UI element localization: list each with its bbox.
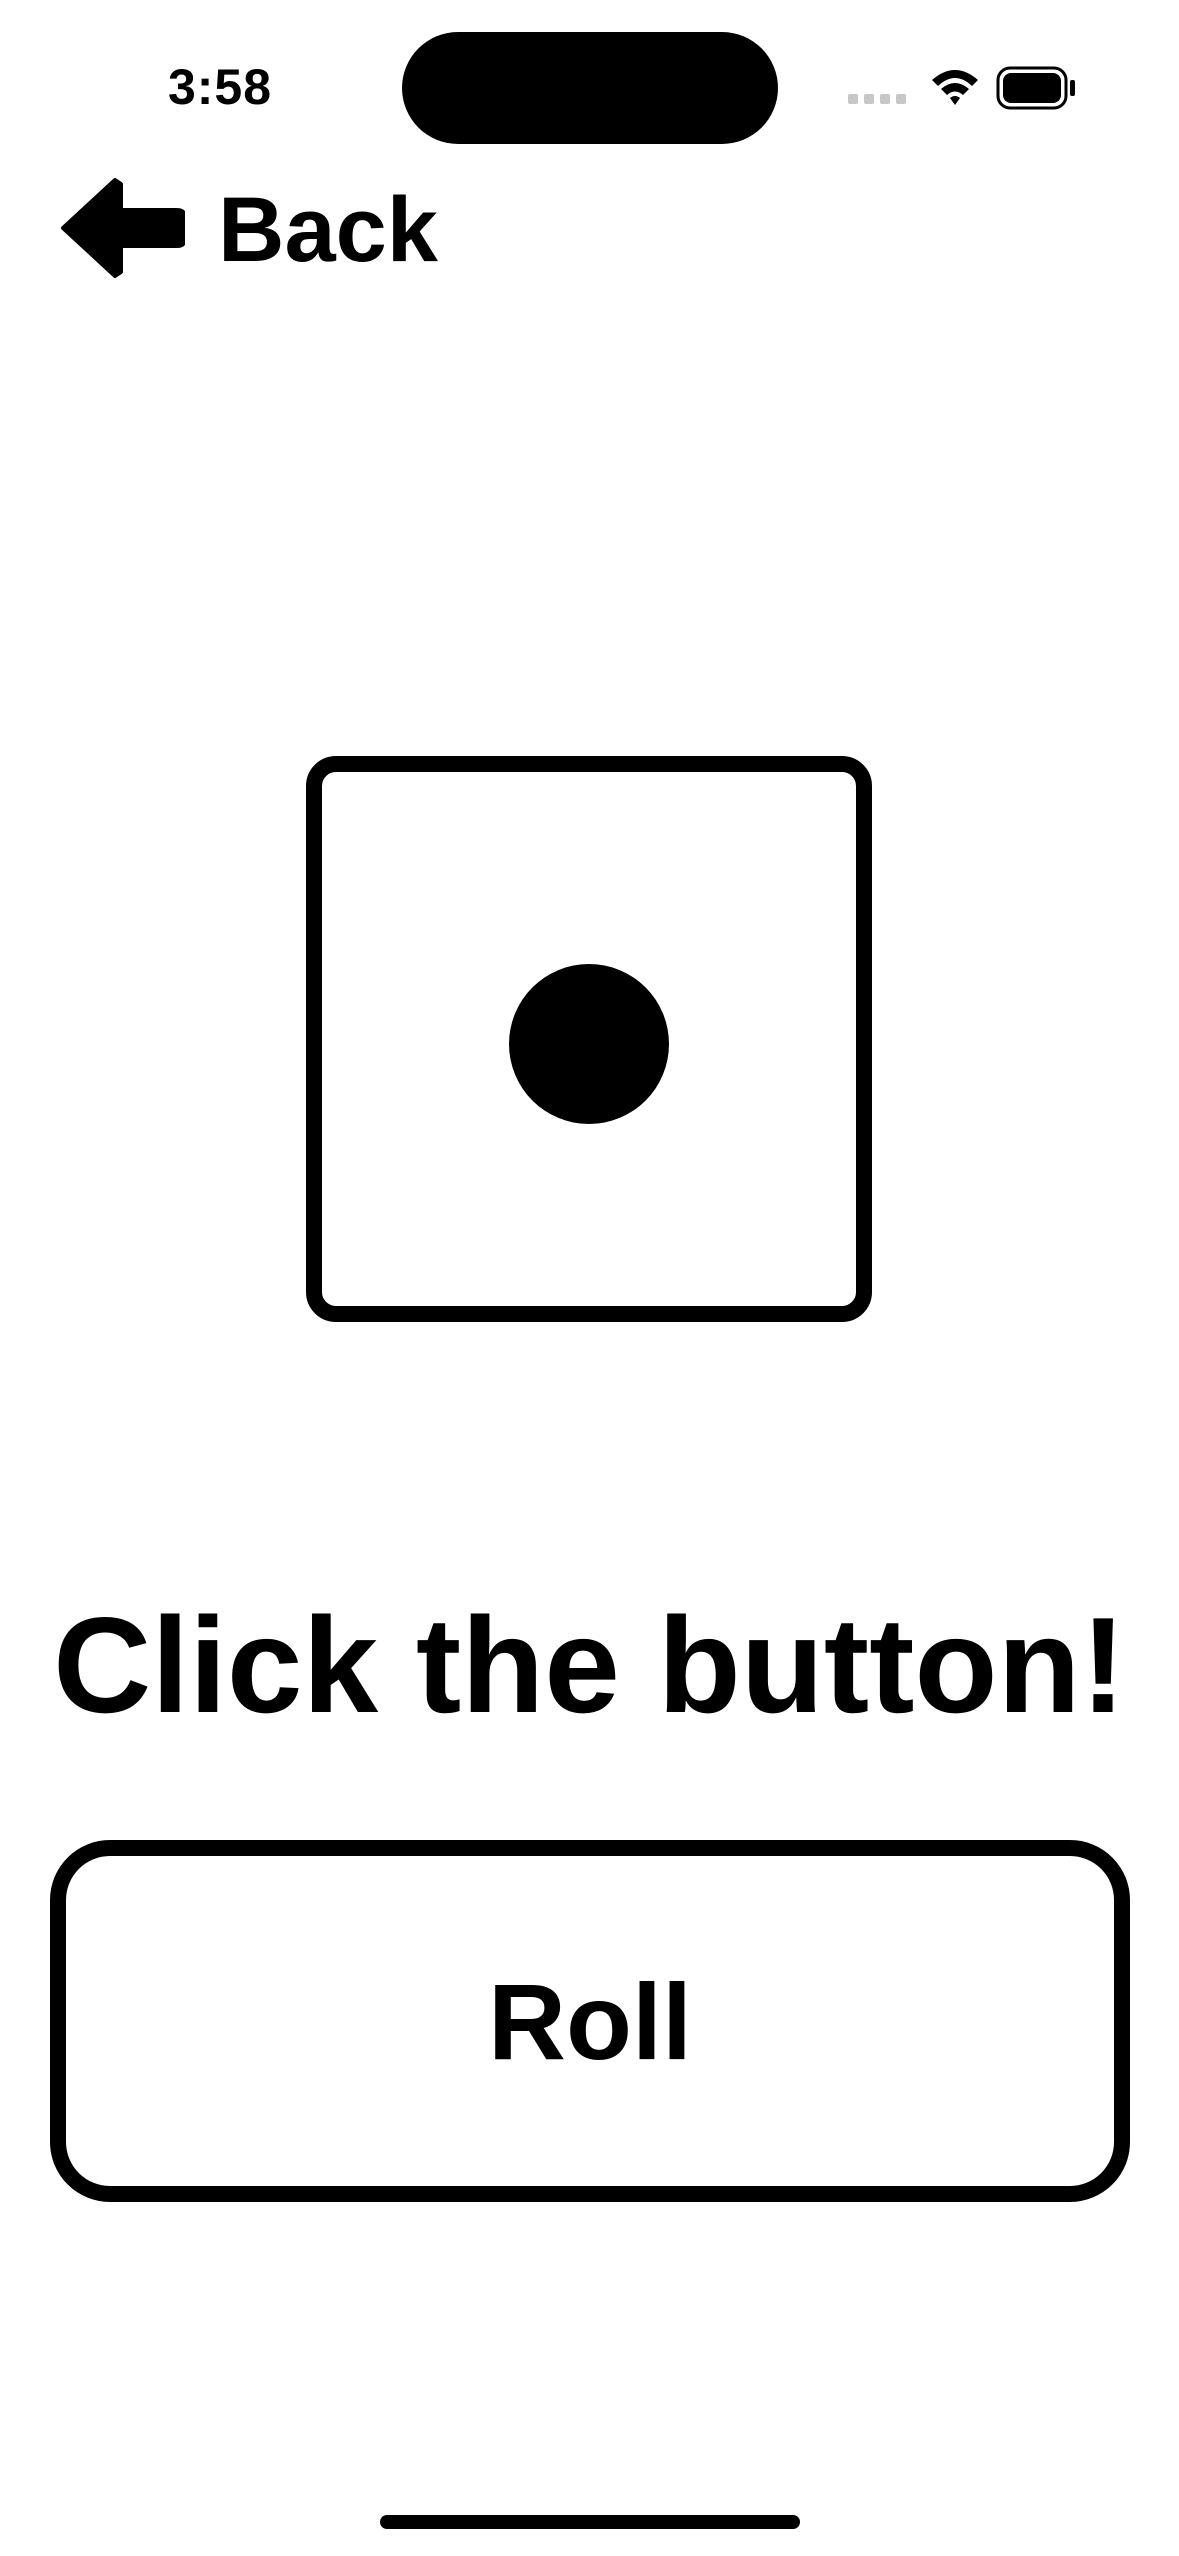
- prompt-text: Click the button!: [53, 1589, 1126, 1741]
- wifi-icon: [932, 70, 978, 105]
- die-face-one-icon: [306, 756, 872, 1322]
- dynamic-island: [402, 32, 778, 144]
- cellular-signal-icon: [848, 94, 906, 104]
- battery-icon: [996, 66, 1075, 110]
- die-pip: [509, 964, 669, 1124]
- home-indicator[interactable]: [380, 2515, 800, 2529]
- arrow-left-icon: [61, 178, 185, 278]
- back-button[interactable]: Back: [50, 160, 450, 295]
- status-icons: [840, 60, 1090, 120]
- roll-button[interactable]: Roll: [50, 1840, 1130, 2202]
- status-time: 3:58: [167, 59, 273, 115]
- roll-button-label: Roll: [488, 1960, 692, 2082]
- back-label: Back: [218, 179, 438, 281]
